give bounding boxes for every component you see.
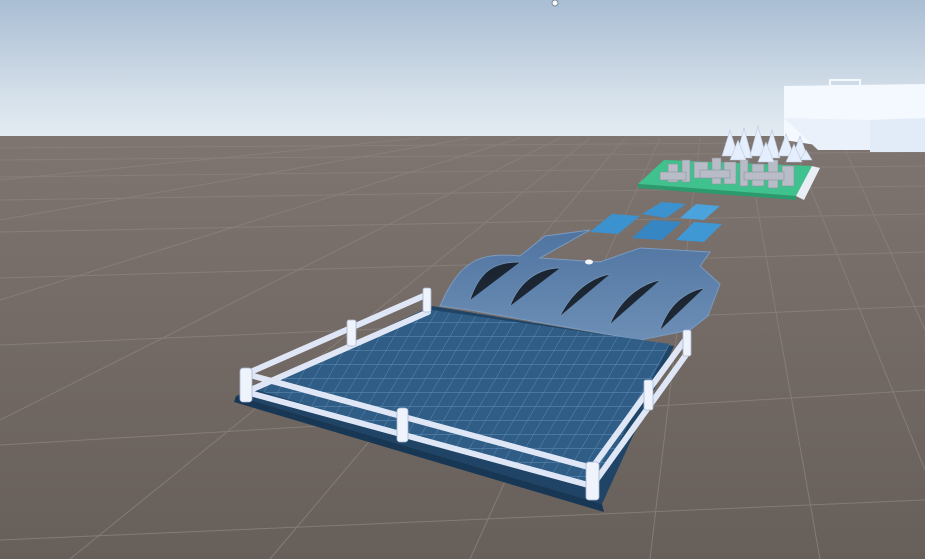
game-viewport[interactable] <box>0 0 925 559</box>
scene-canvas[interactable] <box>0 0 925 559</box>
distant-white-structure <box>784 79 925 152</box>
sun-icon <box>551 0 559 7</box>
player-marker <box>585 259 593 265</box>
